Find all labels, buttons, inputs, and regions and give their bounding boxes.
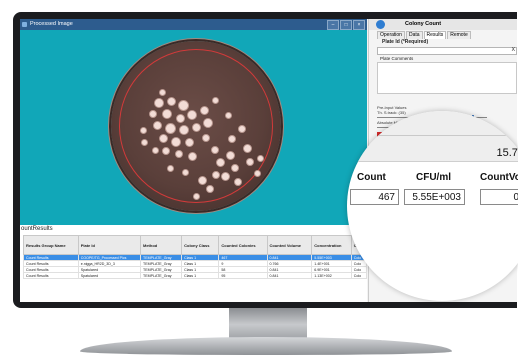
table-cell: Class 1: [181, 272, 220, 279]
column-header[interactable]: Counted Colonies: [218, 235, 268, 255]
processed-image-titlebar: Processed Image – □ ×: [20, 19, 367, 30]
table-cell: 1.13E+002: [311, 272, 352, 279]
colony-blob: [238, 125, 246, 133]
colony-blob: [187, 110, 197, 120]
maximize-icon[interactable]: □: [340, 20, 352, 30]
table-cell: Spatulared: [77, 272, 142, 279]
colony-blob: [171, 137, 181, 147]
table-cell: Colo: [350, 272, 368, 279]
plate-image-area[interactable]: [20, 30, 367, 226]
table-cell: Count Results: [23, 272, 79, 279]
tab-operation[interactable]: Operation: [377, 31, 405, 39]
plate-comments-label: Plate Comments: [380, 56, 414, 61]
colony-blob: [197, 175, 207, 185]
magnifier-top-value: 15.75: [496, 147, 518, 159]
colony-blob: [212, 171, 220, 179]
colony-blob: [215, 157, 225, 167]
colony-blob: [179, 125, 189, 135]
colony-blob: [211, 146, 219, 154]
colony-blob: [158, 88, 166, 96]
colony-blob: [202, 134, 210, 142]
count-field: 467: [350, 189, 399, 205]
colony-blob: [181, 168, 189, 176]
magnifier-header-strip: 15.75: [347, 111, 518, 162]
plate-comments-field[interactable]: [377, 62, 517, 94]
colony-blob: [211, 96, 219, 104]
panel-title: Colony Count: [405, 21, 442, 27]
colony-blob: [192, 192, 200, 200]
count-volume-field: 0.84: [480, 189, 518, 205]
colony-blob: [228, 135, 236, 143]
count-header: Count: [357, 172, 386, 183]
colony-blob: [234, 178, 242, 186]
colony-blob: [184, 137, 194, 147]
colony-blob: [225, 150, 235, 160]
monitor-stand-base: [80, 337, 452, 355]
column-header[interactable]: Concentration: [311, 235, 352, 255]
colony-blob: [256, 154, 264, 162]
results-table: Results Group Name Plate Id Method Colon…: [23, 235, 368, 279]
colony-blob: [166, 164, 174, 172]
colony-blob: [158, 133, 168, 143]
window-controls: – □ ×: [327, 20, 365, 30]
colony-blob: [140, 138, 148, 146]
column-header[interactable]: Method: [139, 235, 183, 255]
colony-count-icon: [376, 20, 385, 29]
tab-bar: Operation Data Results Remote: [377, 31, 472, 39]
colony-blob: [224, 111, 232, 119]
colony-blob: [166, 96, 176, 106]
colony-blob: [231, 164, 239, 172]
table-cell: TEMPLATE_Gray: [139, 272, 183, 279]
colony-blob: [149, 110, 157, 118]
colony-blob: [246, 158, 254, 166]
count-volume-header: CountVol: [480, 172, 518, 183]
plate-id-label: Plate Id (*Required): [382, 39, 429, 45]
colony-count-titlebar: Colony Count: [369, 19, 517, 30]
results-header-row: Results Group Name Plate Id Method Colon…: [23, 235, 368, 255]
colony-blob: [220, 171, 230, 181]
colony-blob: [199, 105, 209, 115]
colony-blob: [151, 146, 159, 154]
tab-data[interactable]: Data: [405, 31, 423, 39]
column-header[interactable]: Counted Volume: [266, 235, 313, 255]
colony-blob: [187, 151, 197, 161]
table-cell: 0.841: [266, 272, 313, 279]
cfu-ml-header: CFU/ml: [416, 172, 451, 183]
processed-image-window: Processed Image – □ ×: [20, 19, 367, 226]
column-header[interactable]: Results Group Name: [23, 235, 79, 255]
colony-blob: [154, 98, 164, 108]
tab-results[interactable]: Results: [423, 31, 447, 39]
colony-blob: [175, 150, 183, 158]
table-cell: 95: [218, 272, 268, 279]
colony-blob: [203, 118, 213, 128]
count-results-window: ountResults Results Group Name Plate Id …: [20, 225, 368, 302]
plate-id-input[interactable]: [377, 47, 517, 55]
table-row[interactable]: Count Results Spatulared TEMPLATE_Gray C…: [23, 272, 368, 279]
cfu-ml-field: 5.55E+003: [404, 189, 465, 205]
colony-blob: [253, 169, 261, 177]
colony-blob: [162, 147, 170, 155]
minimize-icon[interactable]: –: [327, 20, 339, 30]
colony-blob: [177, 99, 189, 111]
results-title: ountResults: [21, 226, 53, 232]
column-header[interactable]: Colony Class: [181, 235, 220, 255]
colony-blob: [139, 126, 147, 134]
window-title: Processed Image: [30, 21, 73, 27]
tab-remote[interactable]: Remote: [447, 31, 471, 39]
colony-blob: [164, 122, 176, 134]
close-icon[interactable]: ×: [353, 20, 365, 30]
colony-blob: [191, 122, 201, 132]
colony-blob: [152, 120, 162, 130]
magnifier-divider: [347, 135, 518, 136]
colony-blob: [175, 113, 185, 123]
column-header[interactable]: Plate Id: [77, 235, 142, 255]
colony-blob: [206, 185, 214, 193]
colony-blob: [242, 143, 252, 153]
app-icon: [22, 22, 27, 27]
colony-blob: [162, 109, 172, 119]
clear-plate-id-button[interactable]: X: [512, 47, 515, 53]
